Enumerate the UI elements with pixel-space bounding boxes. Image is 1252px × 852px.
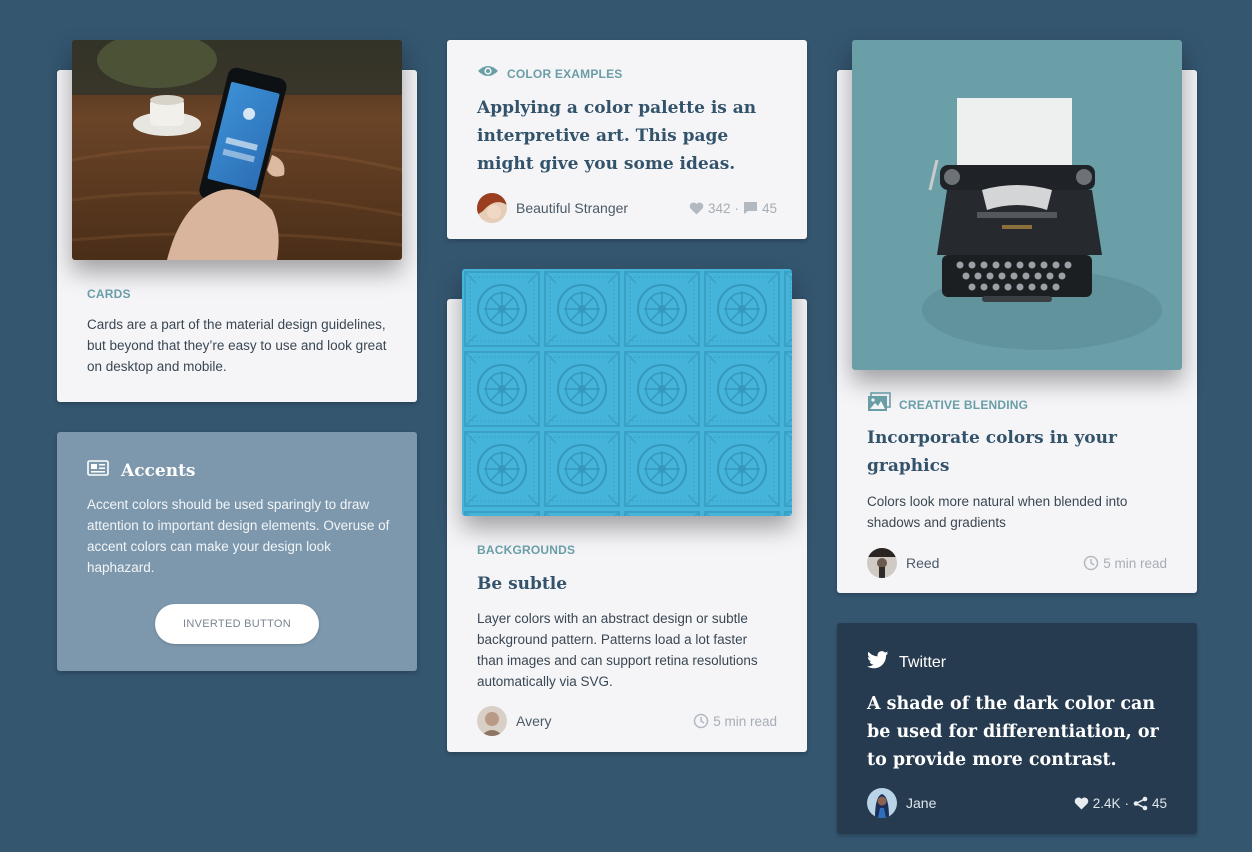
share-icon[interactable] [1133,796,1148,811]
phone-photo [72,40,402,260]
read-time-text: 5 min read [1103,555,1167,571]
read-time-text: 5 min read [713,713,777,729]
color-examples-eyebrow: COLOR EXAMPLES [507,66,623,81]
backgrounds-eyebrow: BACKGROUNDS [477,543,576,557]
typewriter-photo [852,40,1182,370]
accents-body: Accent colors should be used sparingly t… [87,497,390,575]
twitter-header: Twitter [867,651,946,674]
accents-title: Accents [121,460,196,481]
read-time: 5 min read [693,713,777,729]
images-icon [867,392,891,417]
twitter-icon [867,651,889,674]
accents-heading: Accents [87,460,196,481]
read-time: 5 min read [1083,555,1167,571]
twitter-label: Twitter [899,653,947,671]
avatar [867,548,897,578]
twitter-title[interactable]: A shade of the dark color can be used fo… [867,690,1167,774]
author[interactable]: Reed [867,548,939,578]
creative-blending-eyebrow-row: CREATIVE BLENDING [867,392,1028,417]
color-examples-eyebrow-row: COLOR EXAMPLES [477,64,622,83]
stats-separator: · [734,200,739,216]
shares-count: 45 [1151,795,1167,811]
creative-blending-title[interactable]: Incorporate colors in your graphics [867,424,1127,480]
heart-icon[interactable] [689,202,704,215]
inverted-button[interactable]: INVERTED BUTTON [155,604,319,644]
color-examples-card: COLOR EXAMPLES Applying a color palette … [447,40,807,239]
pattern-image [462,269,792,516]
creative-blending-eyebrow: CREATIVE BLENDING [899,397,1029,412]
cards-eyebrow: CARDS [87,287,131,301]
newspaper-icon [87,460,109,481]
clock-icon [693,713,709,729]
comment-icon[interactable] [743,201,758,215]
author-name: Jane [906,795,937,811]
cards-body: Cards are a part of the material design … [87,317,387,374]
color-examples-footer: Beautiful Stranger 342 · 45 [477,193,777,223]
backgrounds-footer: Avery 5 min read [477,706,777,736]
accents-card: Accents Accent colors should be used spa… [57,432,417,671]
creative-blending-body: Colors look more natural when blended in… [867,494,1128,530]
likes-count: 342 [707,200,731,216]
tweet-stats: 2.4K · 45 [1074,796,1167,811]
avatar [477,706,507,736]
twitter-card: Twitter A shade of the dark color can be… [837,623,1197,834]
backgrounds-body: Layer colors with an abstract design or … [477,611,758,689]
twitter-footer: Jane 2.4K · 45 [867,788,1167,818]
author-name: Avery [516,713,552,729]
author[interactable]: Beautiful Stranger [477,193,628,223]
heart-icon[interactable] [1074,797,1089,810]
author-name: Beautiful Stranger [516,200,629,216]
stats-separator: · [1124,795,1129,811]
creative-blending-footer: Reed 5 min read [867,548,1167,578]
avatar [867,788,897,818]
eye-icon [477,64,499,83]
comments-count: 45 [761,200,777,216]
color-examples-title[interactable]: Applying a color palette is an interpret… [477,94,782,178]
post-stats: 342 · 45 [689,201,777,216]
author[interactable]: Jane [867,788,936,818]
backgrounds-title[interactable]: Be subtle [477,570,777,598]
author-name: Reed [906,555,940,571]
clock-icon [1083,555,1099,571]
likes-count: 2.4K [1092,795,1121,811]
author[interactable]: Avery [477,706,552,736]
avatar [477,193,507,223]
